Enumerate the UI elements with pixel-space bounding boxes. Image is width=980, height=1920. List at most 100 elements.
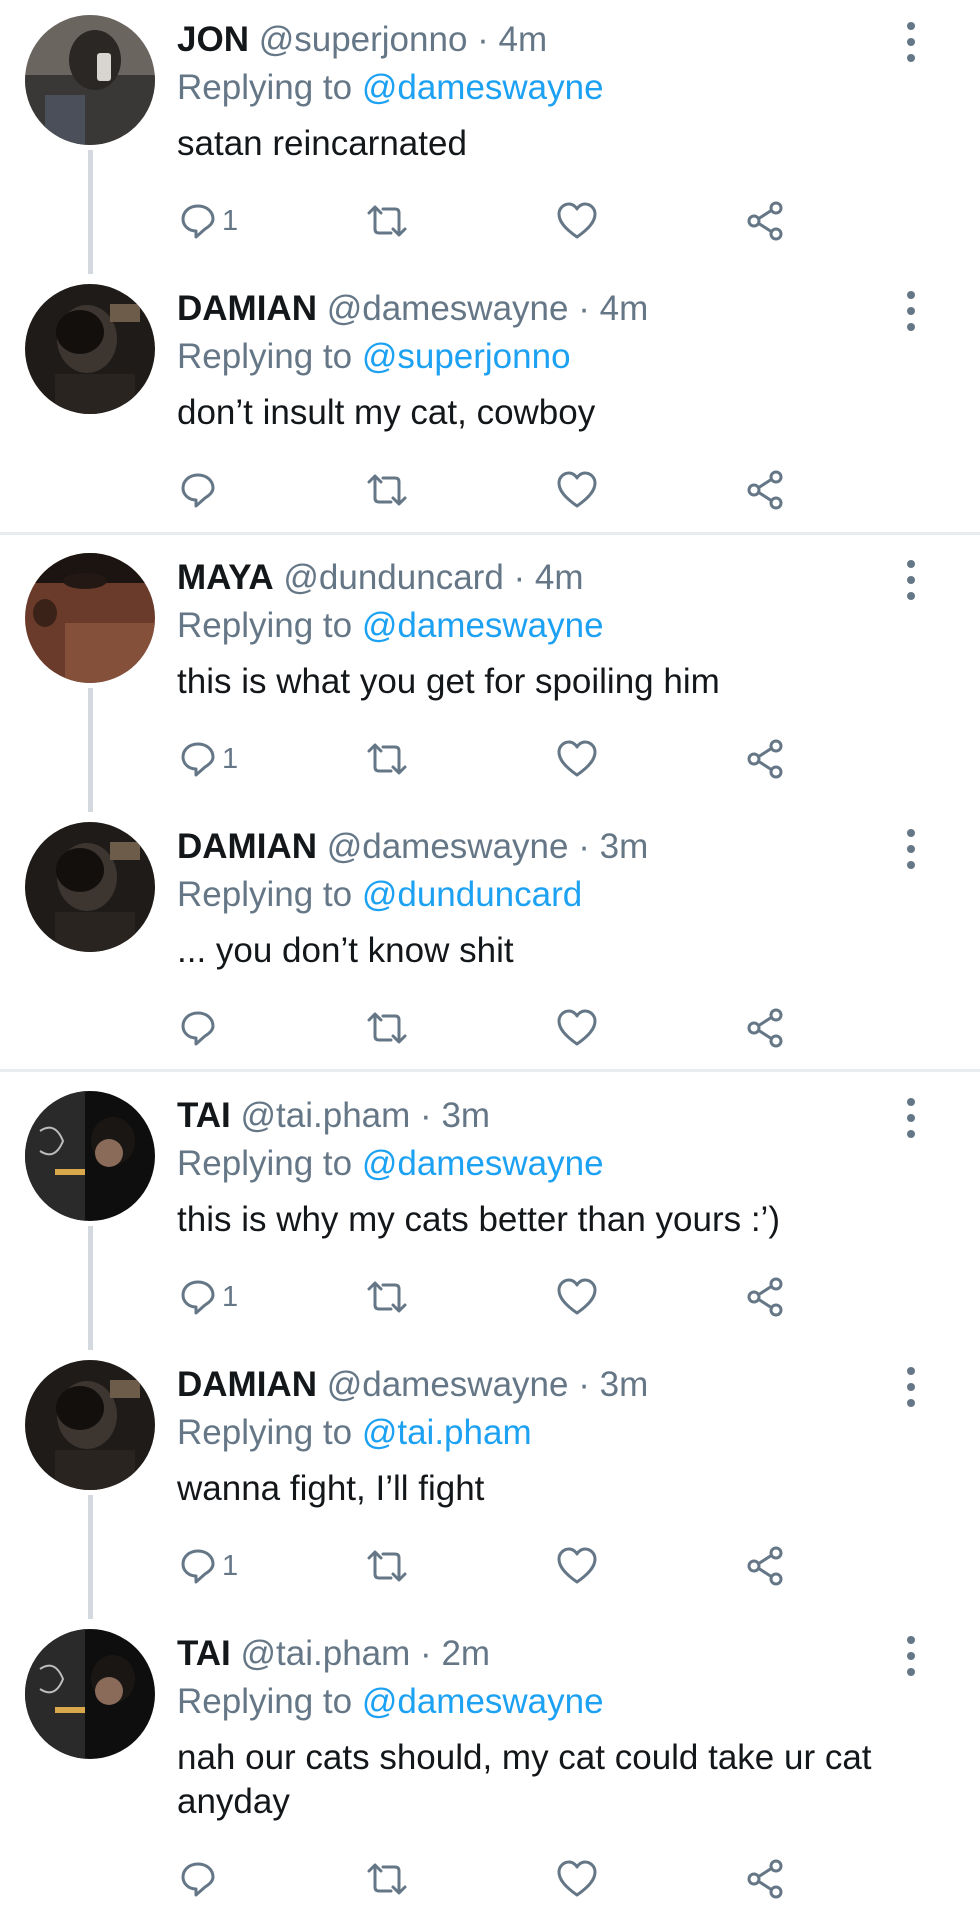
- retweet-button[interactable]: [365, 196, 409, 246]
- retweet-button[interactable]: [365, 1541, 409, 1591]
- avatar[interactable]: [25, 284, 155, 414]
- tweet-header: TAI @tai.pham · 3m: [177, 1094, 490, 1138]
- timestamp[interactable]: 4m: [499, 20, 548, 59]
- tweet-damian-1[interactable]: DAMIAN @dameswayne · 4m Replying to @sup…: [0, 269, 980, 538]
- avatar[interactable]: [25, 1629, 155, 1759]
- user-handle[interactable]: @dameswayne: [327, 1365, 569, 1404]
- avatar[interactable]: [25, 553, 155, 683]
- tweet-maya[interactable]: MAYA @dunduncard · 4m Replying to @dames…: [0, 538, 980, 812]
- mention-link[interactable]: @dameswayne: [362, 1144, 604, 1183]
- heart-icon: [557, 1860, 597, 1897]
- reply-button[interactable]: 1: [178, 1541, 238, 1591]
- display-name[interactable]: MAYA: [177, 558, 274, 597]
- share-button[interactable]: [745, 734, 785, 784]
- avatar[interactable]: [25, 1360, 155, 1490]
- like-button[interactable]: [556, 1272, 598, 1322]
- share-button[interactable]: [745, 465, 785, 515]
- retweet-button[interactable]: [365, 465, 409, 515]
- like-button[interactable]: [556, 196, 598, 246]
- display-name[interactable]: DAMIAN: [177, 827, 317, 866]
- reply-button[interactable]: [178, 1003, 222, 1053]
- retweet-button[interactable]: [365, 1003, 409, 1053]
- more-options-icon[interactable]: [900, 1367, 922, 1407]
- reply-button[interactable]: 1: [178, 734, 238, 784]
- share-button[interactable]: [745, 1854, 785, 1904]
- like-button[interactable]: [556, 1854, 598, 1904]
- display-name[interactable]: TAI: [177, 1634, 231, 1673]
- timestamp[interactable]: 2m: [441, 1634, 490, 1673]
- display-name[interactable]: JON: [177, 20, 249, 59]
- retweet-button[interactable]: [365, 734, 409, 784]
- mention-link[interactable]: @dameswayne: [362, 606, 604, 645]
- share-button[interactable]: [745, 1541, 785, 1591]
- reply-count: 1: [222, 742, 239, 775]
- more-options-icon[interactable]: [900, 560, 922, 600]
- retweet-icon: [367, 474, 407, 506]
- timestamp[interactable]: 4m: [600, 289, 649, 328]
- share-icon: [747, 1859, 783, 1899]
- reply-count: 1: [222, 1280, 239, 1313]
- user-handle[interactable]: @dameswayne: [327, 289, 569, 328]
- display-name[interactable]: DAMIAN: [177, 1365, 317, 1404]
- tweet-actions: [0, 1854, 980, 1904]
- reply-button[interactable]: 1: [178, 1272, 238, 1322]
- timestamp[interactable]: 4m: [535, 558, 584, 597]
- avatar[interactable]: [25, 822, 155, 952]
- reply-button[interactable]: [178, 465, 222, 515]
- like-button[interactable]: [556, 1541, 598, 1591]
- more-options-icon[interactable]: [900, 291, 922, 331]
- like-button[interactable]: [556, 1003, 598, 1053]
- more-options-icon[interactable]: [900, 829, 922, 869]
- timestamp[interactable]: 3m: [600, 827, 649, 866]
- like-button[interactable]: [556, 734, 598, 784]
- tweet-header: TAI @tai.pham · 2m: [177, 1632, 490, 1676]
- tweet-tai-1[interactable]: TAI @tai.pham · 3m Replying to @damesway…: [0, 1076, 980, 1350]
- mention-link[interactable]: @tai.pham: [362, 1413, 532, 1452]
- user-handle[interactable]: @dameswayne: [327, 827, 569, 866]
- user-handle[interactable]: @dunduncard: [283, 558, 503, 597]
- share-icon: [747, 201, 783, 241]
- tweet-text: this is what you get for spoiling him: [177, 662, 720, 701]
- replying-prefix: Replying to: [177, 875, 362, 914]
- more-options-icon[interactable]: [900, 22, 922, 62]
- mention-link[interactable]: @superjonno: [362, 337, 571, 376]
- user-handle[interactable]: @tai.pham: [241, 1096, 411, 1135]
- mention-link[interactable]: @dameswayne: [362, 1682, 604, 1721]
- tweet-header: DAMIAN @dameswayne · 4m: [177, 287, 648, 331]
- reply-icon: [181, 1862, 215, 1897]
- more-options-icon[interactable]: [900, 1636, 922, 1676]
- reply-button[interactable]: 1: [178, 196, 238, 246]
- share-button[interactable]: [745, 1272, 785, 1322]
- user-handle[interactable]: @tai.pham: [241, 1634, 411, 1673]
- tweet-damian-2[interactable]: DAMIAN @dameswayne · 3m Replying to @dun…: [0, 807, 980, 1076]
- tweet-jon-1[interactable]: JON @superjonno · 4m Replying to @damesw…: [0, 0, 980, 274]
- tweet-text: don’t insult my cat, cowboy: [177, 393, 596, 432]
- mention-link[interactable]: @dameswayne: [362, 68, 604, 107]
- timestamp[interactable]: 3m: [441, 1096, 490, 1135]
- retweet-icon: [367, 743, 407, 775]
- mention-link[interactable]: @dunduncard: [362, 875, 582, 914]
- share-button[interactable]: [745, 1003, 785, 1053]
- retweet-button[interactable]: [365, 1272, 409, 1322]
- share-button[interactable]: [745, 196, 785, 246]
- tweet-damian-3[interactable]: DAMIAN @dameswayne · 3m Replying to @tai…: [0, 1345, 980, 1619]
- user-handle[interactable]: @superjonno: [259, 20, 468, 59]
- tweet-tai-2[interactable]: TAI @tai.pham · 2m Replying to @damesway…: [0, 1614, 980, 1920]
- heart-icon: [557, 1547, 597, 1584]
- timestamp[interactable]: 3m: [600, 1365, 649, 1404]
- avatar[interactable]: [25, 1091, 155, 1221]
- avatar[interactable]: [25, 15, 155, 145]
- share-icon: [747, 470, 783, 510]
- like-button[interactable]: [556, 465, 598, 515]
- display-name[interactable]: DAMIAN: [177, 289, 317, 328]
- replying-to: Replying to @dameswayne: [177, 1680, 604, 1724]
- reply-button[interactable]: [178, 1854, 222, 1904]
- separator: ·: [578, 289, 590, 328]
- more-options-icon[interactable]: [900, 1098, 922, 1138]
- tweet-header: DAMIAN @dameswayne · 3m: [177, 1363, 648, 1407]
- share-icon: [747, 1277, 783, 1317]
- display-name[interactable]: TAI: [177, 1096, 231, 1135]
- retweet-button[interactable]: [365, 1854, 409, 1904]
- share-icon: [747, 1546, 783, 1586]
- reply-icon: [181, 742, 215, 777]
